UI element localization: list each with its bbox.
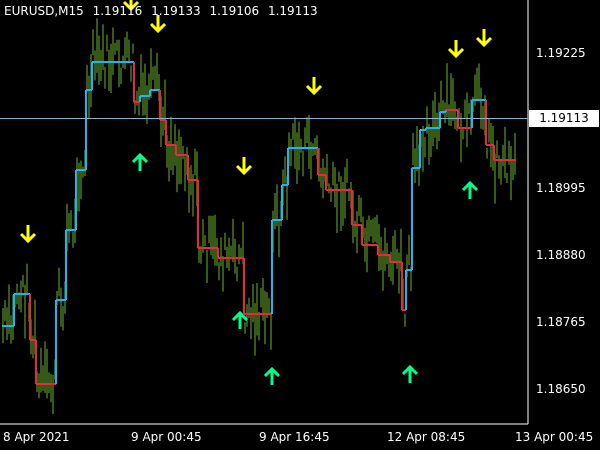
arrow-up-icon: [131, 152, 149, 171]
time-tick: 12 Apr 08:45: [387, 430, 466, 444]
arrow-up-icon: [401, 364, 419, 383]
price-tick: 1.18765: [536, 315, 586, 329]
time-tick: 13 Apr 00:45: [515, 430, 594, 444]
price-chart[interactable]: [0, 0, 600, 450]
arrow-down-icon: [19, 225, 37, 244]
arrow-down-icon: [305, 77, 323, 96]
high-value: 1.19133: [151, 4, 201, 18]
price-bars: [2, 18, 516, 414]
chart-window[interactable]: EURUSD,M15 1.19116 1.19133 1.19106 1.191…: [0, 0, 600, 450]
arrow-up-icon: [461, 180, 479, 199]
arrow-up-icon: [263, 366, 281, 385]
arrow-down-icon: [475, 29, 493, 48]
current-price-tag: 1.19113: [529, 110, 599, 127]
price-tick: 1.18995: [536, 181, 586, 195]
chart-header: EURUSD,M15 1.19116 1.19133 1.19106 1.191…: [4, 4, 323, 18]
time-tick: 9 Apr 16:45: [259, 430, 330, 444]
price-tick: 1.19225: [536, 46, 586, 60]
price-tick: 1.18650: [536, 382, 586, 396]
arrow-down-icon: [447, 40, 465, 59]
price-tick: 1.18880: [536, 248, 586, 262]
time-tick: 8 Apr 2021: [3, 430, 70, 444]
close-value: 1.19113: [267, 4, 318, 18]
symbol-label: EURUSD,M15: [4, 4, 84, 18]
open-value: 1.19116: [92, 4, 143, 18]
time-tick: 9 Apr 00:45: [131, 430, 202, 444]
arrow-down-icon: [235, 157, 253, 176]
low-value: 1.19106: [209, 4, 260, 18]
